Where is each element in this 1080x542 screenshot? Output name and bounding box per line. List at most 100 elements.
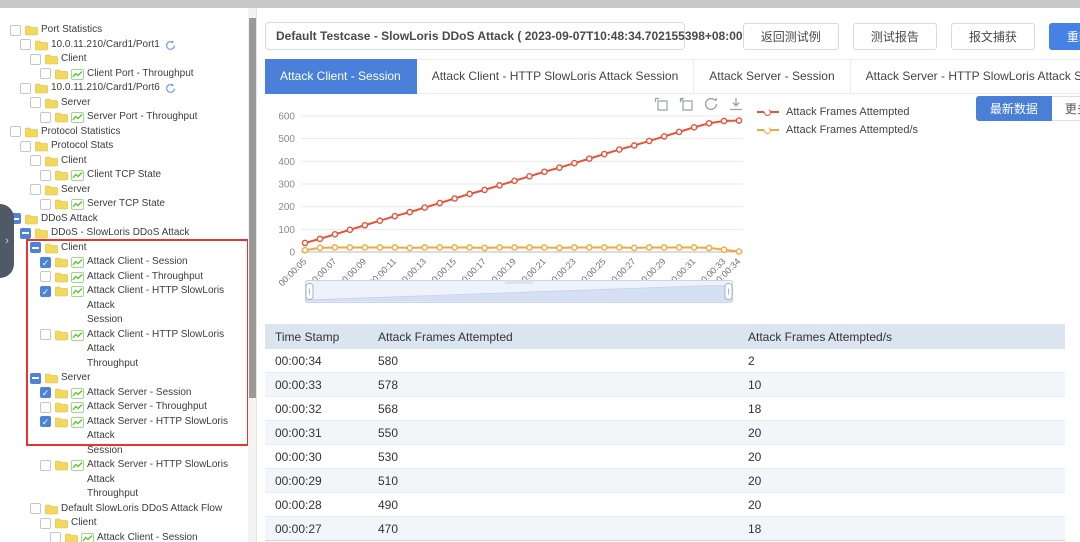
tree-checkbox[interactable] [20, 83, 31, 94]
tree-checkbox[interactable] [30, 242, 41, 253]
tree-item[interactable]: Attack Client - HTTP SlowLoris AttackThr… [0, 328, 247, 372]
table-row[interactable]: 00:00:2951020 [265, 469, 1065, 493]
tree-item[interactable]: Client Port - Throughput [0, 67, 247, 82]
tree-item[interactable]: Protocol Statistics [0, 125, 247, 140]
datazoom-slider[interactable] [305, 280, 733, 303]
svg-text:600: 600 [278, 112, 295, 123]
tree-checkbox[interactable] [30, 155, 41, 166]
tree-checkbox[interactable] [40, 286, 51, 297]
tree-checkbox[interactable] [10, 126, 21, 137]
chart-icon [71, 170, 84, 181]
tab-attack-client-http-slowloris-attack-session[interactable]: Attack Client - HTTP SlowLoris Attack Se… [417, 59, 695, 94]
tab-attack-server-http-slowloris-attack-session[interactable]: Attack Server - HTTP SlowLoris Attack Se… [851, 59, 1080, 94]
folder-icon [45, 373, 58, 384]
tree-item-label: Client TCP State [87, 168, 161, 183]
tree-checkbox[interactable] [40, 387, 51, 398]
refresh-icon[interactable] [165, 40, 176, 51]
tree-checkbox[interactable] [40, 460, 51, 471]
table-row[interactable]: 00:00:2747018 [265, 517, 1065, 541]
return-testcase-button[interactable]: 返回测试例 [743, 23, 839, 50]
chart-icon [71, 69, 84, 80]
tree-item[interactable]: Attack Client - Session [0, 531, 247, 542]
tree-item[interactable]: Client [0, 154, 247, 169]
tree-checkbox[interactable] [40, 416, 51, 427]
tree-item[interactable]: Protocol Stats [0, 139, 247, 154]
tree-checkbox[interactable] [40, 112, 51, 123]
table-row[interactable]: 00:00:3256818 [265, 397, 1065, 421]
tree-item[interactable]: 10.0.11.210/Card1/Port6 [0, 81, 247, 96]
tree-item-label: Attack Client - HTTP SlowLoris AttackThr… [87, 328, 243, 372]
table-row[interactable]: 00:00:3357810 [265, 373, 1065, 397]
testcase-select[interactable]: Default Testcase - SlowLoris DDoS Attack… [265, 22, 685, 50]
tree-item-label: Client [71, 516, 97, 531]
chart-icon [71, 272, 84, 283]
more-data-button[interactable]: 更多数据 [1052, 96, 1080, 121]
tree-item-label: Server TCP State [87, 197, 165, 212]
folder-icon [55, 460, 68, 471]
tree-checkbox[interactable] [40, 199, 51, 210]
tree-item[interactable]: Server TCP State [0, 197, 247, 212]
tree-checkbox[interactable] [10, 25, 21, 36]
tree-checkbox[interactable] [20, 228, 31, 239]
tree-checkbox[interactable] [20, 39, 31, 50]
chart-icon [71, 460, 84, 471]
tree-item[interactable]: Attack Client - Session [0, 255, 247, 270]
tree-checkbox[interactable] [30, 97, 41, 108]
tree-item[interactable]: DDoS Attack [0, 212, 247, 227]
tree-item[interactable]: Attack Server - Session [0, 386, 247, 401]
tree-item[interactable]: Client TCP State [0, 168, 247, 183]
sidebar-scrollbar-thumb[interactable] [249, 18, 256, 398]
tree-item[interactable]: Attack Server - Throughput [0, 400, 247, 415]
legend-item[interactable]: Attack Frames Attempted [757, 106, 918, 118]
tree-checkbox[interactable] [50, 532, 61, 542]
tree-item-label: Server Port - Throughput [87, 110, 197, 125]
tree-item[interactable]: 10.0.11.210/Card1/Port1 [0, 38, 247, 53]
folder-icon [55, 286, 68, 297]
latest-data-button[interactable]: 最新数据 [976, 96, 1052, 121]
tree-item[interactable]: Default SlowLoris DDoS Attack Flow [0, 502, 247, 517]
sidebar-collapse-handle[interactable]: › [0, 204, 14, 278]
tree-checkbox[interactable] [40, 68, 51, 79]
tree-checkbox[interactable] [40, 257, 51, 268]
folder-icon [45, 156, 58, 167]
legend-label: Attack Frames Attempted/s [786, 124, 918, 136]
tree-item[interactable]: Attack Client - HTTP SlowLoris AttackSes… [0, 284, 247, 328]
tab-attack-server-session[interactable]: Attack Server - Session [694, 59, 850, 94]
tree-checkbox[interactable] [40, 402, 51, 413]
tree-item[interactable]: Server [0, 371, 247, 386]
tree-checkbox[interactable] [40, 170, 51, 181]
tree-checkbox[interactable] [40, 329, 51, 340]
legend-item[interactable]: Attack Frames Attempted/s [757, 124, 918, 136]
table-cell: 578 [368, 373, 738, 397]
tree-checkbox[interactable] [20, 141, 31, 152]
tree-checkbox[interactable] [40, 518, 51, 529]
tree-checkbox[interactable] [40, 271, 51, 282]
tree-checkbox[interactable] [30, 373, 41, 384]
table-row[interactable]: 00:00:3053020 [265, 445, 1065, 469]
tree-item[interactable]: Server Port - Throughput [0, 110, 247, 125]
tree-item[interactable]: DDoS - SlowLoris DDoS Attack [0, 226, 247, 241]
folder-icon [55, 402, 68, 413]
table-row[interactable]: 00:00:345802 [265, 349, 1065, 373]
tree-item[interactable]: Port Statistics [0, 23, 247, 38]
tree-item[interactable]: Server [0, 183, 247, 198]
tree-checkbox[interactable] [30, 503, 41, 514]
tree-item[interactable]: Client [0, 241, 247, 256]
packet-capture-button[interactable]: 报文捕获 [951, 23, 1035, 50]
table-row[interactable]: 00:00:3155020 [265, 421, 1065, 445]
tree-item[interactable]: Attack Server - HTTP SlowLoris AttackSes… [0, 415, 247, 459]
sidebar-scrollbar[interactable] [248, 8, 256, 542]
tree-checkbox[interactable] [30, 184, 41, 195]
test-report-button[interactable]: 测试报告 [853, 23, 937, 50]
tree-item[interactable]: Attack Server - HTTP SlowLoris AttackThr… [0, 458, 247, 502]
tree-item[interactable]: Client [0, 516, 247, 531]
restart-button[interactable]: 重新启动 [1049, 23, 1080, 50]
tree-item[interactable]: Server [0, 96, 247, 111]
tab-attack-client-session[interactable]: Attack Client - Session [265, 59, 417, 94]
tree-checkbox[interactable] [30, 54, 41, 65]
tree-item[interactable]: Client [0, 52, 247, 67]
refresh-icon[interactable] [165, 83, 176, 94]
folder-icon [35, 40, 48, 51]
tree-item[interactable]: Attack Client - Throughput [0, 270, 247, 285]
table-row[interactable]: 00:00:2849020 [265, 493, 1065, 517]
